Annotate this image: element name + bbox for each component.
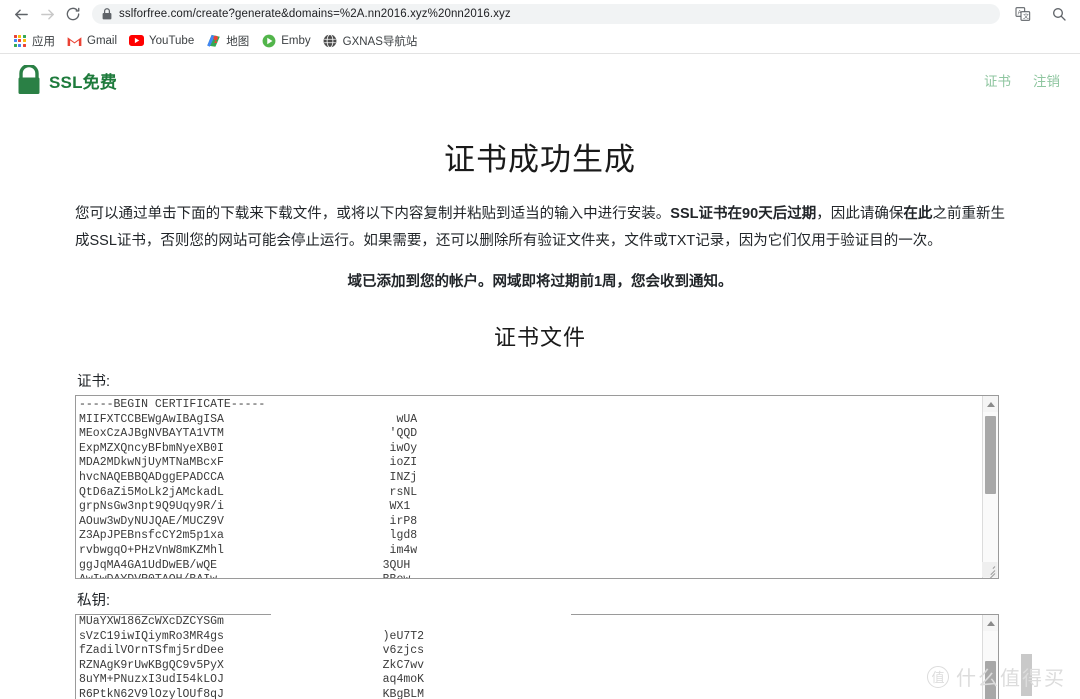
site-brand[interactable]: SSL免费 bbox=[16, 65, 117, 95]
reload-icon bbox=[66, 7, 80, 21]
emby-icon bbox=[261, 33, 276, 48]
bookmark-gxnas[interactable]: GXNAS导航站 bbox=[319, 31, 426, 51]
certificate-textarea[interactable]: -----BEGIN CERTIFICATE----- MIIFXTCCBEWg… bbox=[75, 395, 999, 579]
site-brand-label: SSL免费 bbox=[49, 72, 118, 92]
bookmark-maps[interactable]: 地图 bbox=[202, 31, 257, 51]
bookmark-emby[interactable]: Emby bbox=[257, 31, 318, 50]
back-button[interactable] bbox=[8, 1, 34, 27]
chevron-up-icon bbox=[986, 620, 995, 626]
watermark-text: 什么值得买 bbox=[956, 668, 1066, 690]
maps-icon bbox=[206, 33, 221, 48]
site-header: SSL免费 证书 注销 bbox=[0, 54, 1080, 106]
scrollbar-up-button[interactable] bbox=[983, 615, 998, 631]
certificate-field-wrap: -----BEGIN CERTIFICATE----- MIIFXTCCBEWg… bbox=[75, 395, 1005, 579]
bookmark-youtube[interactable]: YouTube bbox=[125, 31, 202, 50]
private-key-text[interactable]: MUaYXW186ZcWXcDZCYSGm YIaImL sVzC19iwIQi… bbox=[76, 615, 982, 699]
page-content: SSL免费 证书 注销 证书成功生成 您可以通过单击下面的下载来下载文件，或将以… bbox=[0, 54, 1080, 699]
youtube-icon bbox=[129, 33, 145, 48]
private-key-label: 私钥: bbox=[77, 593, 111, 609]
bookmark-label: 地图 bbox=[226, 35, 250, 48]
bookmark-gmail[interactable]: Gmail bbox=[63, 31, 125, 50]
bookmark-apps[interactable]: 应用 bbox=[8, 31, 63, 51]
gmail-icon bbox=[67, 33, 82, 48]
zoom-search-button[interactable] bbox=[1046, 1, 1072, 27]
translate-button[interactable]: A 文 bbox=[1010, 1, 1036, 27]
scrollbar-thumb[interactable] bbox=[985, 416, 996, 494]
chevron-up-icon bbox=[986, 401, 995, 407]
bookmark-label: Emby bbox=[281, 34, 311, 47]
lock-icon bbox=[102, 8, 112, 20]
certificate-scrollbar[interactable] bbox=[982, 396, 998, 578]
bookmarks-bar: 应用 Gmail YouTube 地图 Emby GXNAS导航站 bbox=[0, 28, 1080, 54]
certificate-label: 证书: bbox=[77, 374, 111, 390]
main-container: 证书成功生成 您可以通过单击下面的下载来下载文件，或将以下内容复制并粘贴到适当的… bbox=[75, 106, 1005, 699]
address-bar[interactable]: sslforfree.com/create?generate&domains=%… bbox=[92, 4, 1000, 24]
nav-item-logout[interactable]: 注销 bbox=[1033, 70, 1060, 90]
domain-notice: 域已添加到您的帐户。网域即将过期前1周，您会收到通知。 bbox=[347, 274, 733, 290]
lead-paragraph: 您可以通过单击下面的下载来下载文件，或将以下内容复制并粘贴到适当的输入中进行安装… bbox=[75, 206, 1006, 249]
translate-icon: A 文 bbox=[1015, 7, 1031, 21]
site-nav: 证书 注销 bbox=[984, 70, 1060, 90]
section-title-cert-files: 证书文件 bbox=[493, 325, 586, 350]
bookmark-label: GXNAS导航站 bbox=[342, 35, 418, 48]
textarea-resize-handle[interactable] bbox=[982, 562, 997, 578]
search-icon bbox=[1053, 8, 1066, 21]
bookmark-label: YouTube bbox=[149, 34, 195, 47]
arrow-left-icon bbox=[14, 9, 28, 19]
scrollbar-up-button[interactable] bbox=[983, 396, 998, 412]
toolbar-right-actions: A 文 bbox=[1010, 1, 1072, 27]
apps-grid-icon bbox=[12, 33, 27, 48]
globe-icon bbox=[323, 33, 338, 48]
arrow-right-icon bbox=[40, 9, 54, 19]
bookmark-label: Gmail bbox=[87, 34, 118, 47]
scrollbar-track[interactable] bbox=[983, 412, 998, 562]
nav-item-certificates[interactable]: 证书 bbox=[984, 70, 1011, 90]
browser-toolbar: sslforfree.com/create?generate&domains=%… bbox=[0, 0, 1080, 28]
page-title: 证书成功生成 bbox=[444, 142, 636, 177]
private-key-textarea[interactable]: MUaYXW186ZcWXcDZCYSGm YIaImL sVzC19iwIQi… bbox=[75, 614, 999, 699]
address-bar-url: sslforfree.com/create?generate&domains=%… bbox=[119, 8, 511, 20]
bookmark-label: 应用 bbox=[32, 35, 55, 48]
reload-button[interactable] bbox=[60, 1, 86, 27]
watermark: 值 什么值得买 bbox=[927, 662, 1066, 691]
watermark-mark: 值 bbox=[927, 665, 949, 688]
certificate-text[interactable]: -----BEGIN CERTIFICATE----- MIIFXTCCBEWg… bbox=[76, 396, 982, 578]
private-key-field-wrap: MUaYXW186ZcWXcDZCYSGm YIaImL sVzC19iwIQi… bbox=[75, 614, 1005, 699]
forward-button[interactable] bbox=[34, 1, 60, 27]
lock-logo-icon bbox=[18, 65, 40, 94]
